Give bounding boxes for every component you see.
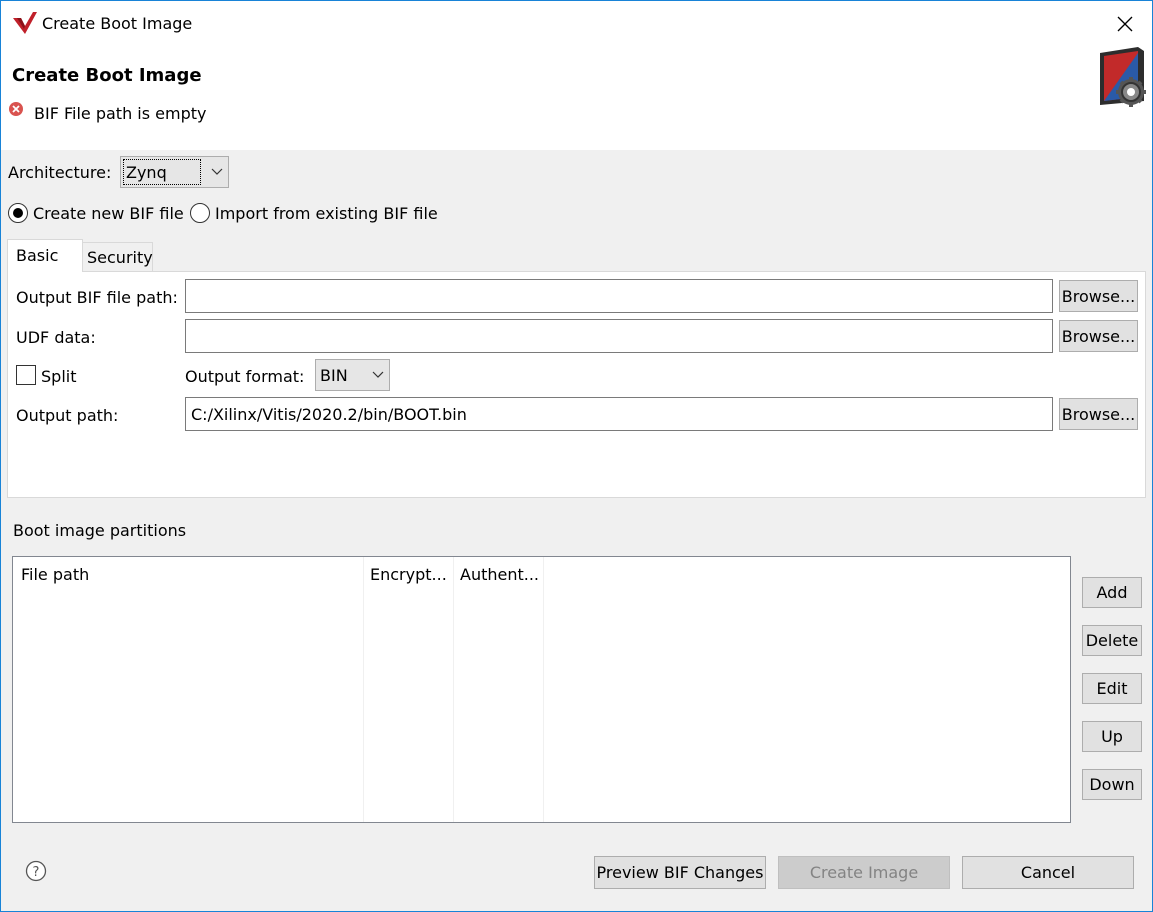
architecture-label: Architecture: [8,163,112,182]
chevron-down-icon [372,371,384,378]
udf-data-label: UDF data: [16,328,96,347]
boot-image-partitions-label: Boot image partitions [13,521,187,540]
tab-basic[interactable]: Basic [7,239,83,272]
dialog-header: Create Boot Image BIF File path is empty [1,47,1152,150]
output-path-label: Output path: [16,406,119,425]
column-header-encrypt[interactable]: Encrypt... [370,565,447,584]
column-header-file-path[interactable]: File path [21,565,89,584]
chevron-down-icon [211,168,223,175]
column-encrypt: Encrypt... [364,557,454,822]
preview-bif-changes-button[interactable]: Preview BIF Changes [594,856,766,889]
create-new-bif-radio[interactable]: Create new BIF file [8,203,184,223]
output-bif-path-field[interactable] [185,279,1053,313]
page-title: Create Boot Image [12,65,202,86]
up-partition-button[interactable]: Up [1082,721,1142,752]
error-message: BIF File path is empty [34,104,207,123]
create-image-button[interactable]: Create Image [778,856,950,889]
radio-unselected-icon [190,203,210,223]
import-existing-bif-radio[interactable]: Import from existing BIF file [190,203,438,223]
browse-output-bif-button[interactable]: Browse... [1059,280,1138,312]
add-partition-button[interactable]: Add [1082,577,1142,608]
tab-security[interactable]: Security [82,242,153,272]
column-authent: Authent... [454,557,544,822]
edit-partition-button[interactable]: Edit [1082,673,1142,704]
partitions-table[interactable]: File path Encrypt... Authent... [12,556,1071,823]
cancel-button[interactable]: Cancel [962,856,1134,889]
import-existing-bif-label: Import from existing BIF file [215,203,438,223]
vitis-logo-icon [13,12,37,34]
title-bar: Create Boot Image [1,1,1152,47]
split-checkbox[interactable] [16,365,36,385]
browse-output-path-button[interactable]: Browse... [1059,398,1138,430]
delete-partition-button[interactable]: Delete [1082,625,1142,656]
browse-udf-button[interactable]: Browse... [1059,320,1138,352]
down-partition-button[interactable]: Down [1082,769,1142,800]
output-format-value: BIN [320,365,348,385]
split-label: Split [41,367,77,386]
window-title: Create Boot Image [42,14,193,33]
boot-image-gear-icon [1100,47,1146,107]
close-icon [1117,16,1133,32]
output-bif-label: Output BIF file path: [16,288,178,307]
column-file-path: File path [13,557,364,822]
error-icon [9,102,23,116]
output-format-label: Output format: [185,367,305,386]
create-boot-image-dialog: Create Boot Image Create Boot Image BIF … [0,0,1153,912]
output-path-field[interactable]: C:/Xilinx/Vitis/2020.2/bin/BOOT.bin [185,397,1053,431]
radio-selected-icon [8,203,28,223]
create-new-bif-label: Create new BIF file [33,203,184,223]
udf-data-field[interactable] [185,319,1053,353]
architecture-select[interactable]: Zynq [120,156,229,188]
close-button[interactable] [1105,7,1145,41]
column-header-authent[interactable]: Authent... [460,565,539,584]
help-icon[interactable]: ? [25,860,47,882]
basic-tab-panel: Output BIF file path: Browse... UDF data… [7,271,1146,498]
architecture-value: Zynq [126,162,167,182]
output-format-select[interactable]: BIN [315,359,390,391]
svg-text:?: ? [33,865,40,880]
